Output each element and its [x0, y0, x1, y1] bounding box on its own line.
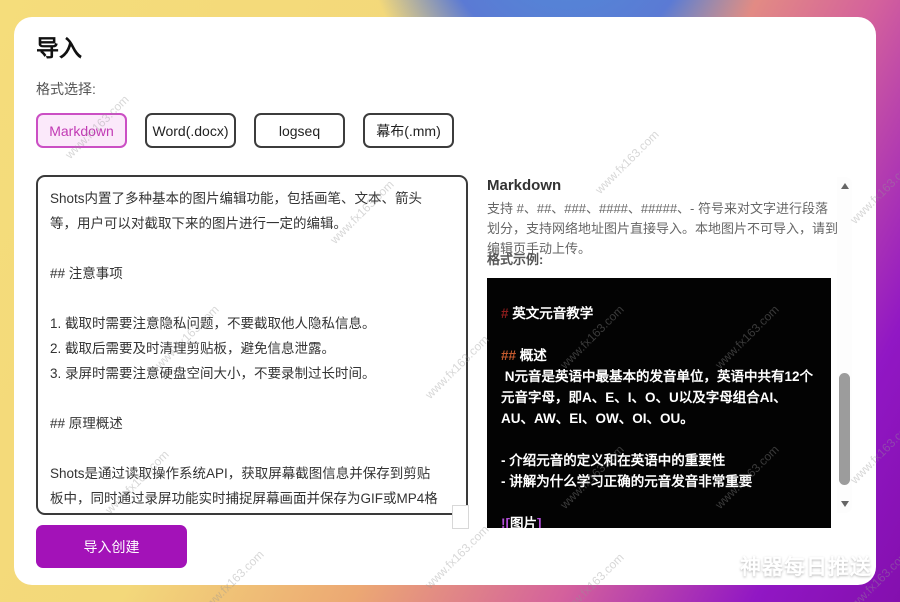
- import-create-button[interactable]: 导入创建: [36, 525, 187, 568]
- editor-scrollbar[interactable]: [837, 177, 852, 513]
- markdown-input[interactable]: Shots内置了多种基本的图片编辑功能，包括画笔、文本、箭头等，用户可以对截取下…: [36, 175, 468, 515]
- tab-markdown[interactable]: Markdown: [36, 113, 127, 148]
- h1-marker: #: [501, 306, 509, 321]
- import-dialog: 导入 格式选择: Markdown Word(.docx) logseq 幕布(…: [14, 17, 876, 585]
- tab-mubu-mm[interactable]: 幕布(.mm): [363, 113, 454, 148]
- format-select-label: 格式选择:: [36, 79, 96, 99]
- example-paragraph: N元音是英语中最基本的发音单位，英语中共有12个元音字母，即A、E、I、O、U以…: [501, 366, 817, 429]
- channel-branding: 神器每日推送: [694, 550, 872, 582]
- example-bullet-1: - 介绍元音的定义和在英语中的重要性: [501, 450, 817, 471]
- example-h2-line: ## 概述: [501, 345, 817, 366]
- channel-name: 神器每日推送: [740, 551, 872, 581]
- markdown-example-block: # 英文元音教学 ## 概述 N元音是英语中最基本的发音单位，英语中共有12个元…: [487, 278, 831, 528]
- tab-logseq[interactable]: logseq: [254, 113, 345, 148]
- resize-handle[interactable]: [452, 505, 469, 529]
- blank-line: [501, 429, 817, 450]
- blank-line: [501, 492, 817, 513]
- example-h1-line: # 英文元音教学: [501, 303, 817, 324]
- h2-text: 概述: [516, 348, 547, 363]
- tab-word-docx[interactable]: Word(.docx): [145, 113, 236, 148]
- scrollbar-thumb[interactable]: [839, 373, 850, 485]
- example-bullet-2: - 讲解为什么学习正确的元音发音非常重要: [501, 471, 817, 492]
- h2-marker: ##: [501, 348, 516, 363]
- scroll-up-icon[interactable]: [837, 179, 852, 193]
- format-tabs: Markdown Word(.docx) logseq 幕布(.mm): [36, 113, 454, 148]
- page-background: 导入 格式选择: Markdown Word(.docx) logseq 幕布(…: [0, 0, 900, 602]
- info-heading: Markdown: [487, 177, 561, 194]
- wechat-icon: [694, 550, 732, 582]
- h1-text: 英文元音教学: [509, 306, 594, 321]
- image-bang: ![: [501, 516, 510, 528]
- blank-line: [501, 324, 817, 345]
- example-image-line: ![图片](https://assets.mindshow.fun/assets…: [501, 513, 817, 528]
- scroll-down-icon[interactable]: [837, 497, 852, 511]
- example-label: 格式示例:: [487, 249, 543, 268]
- image-alt: 图片: [510, 516, 537, 528]
- page-title: 导入: [36, 29, 82, 63]
